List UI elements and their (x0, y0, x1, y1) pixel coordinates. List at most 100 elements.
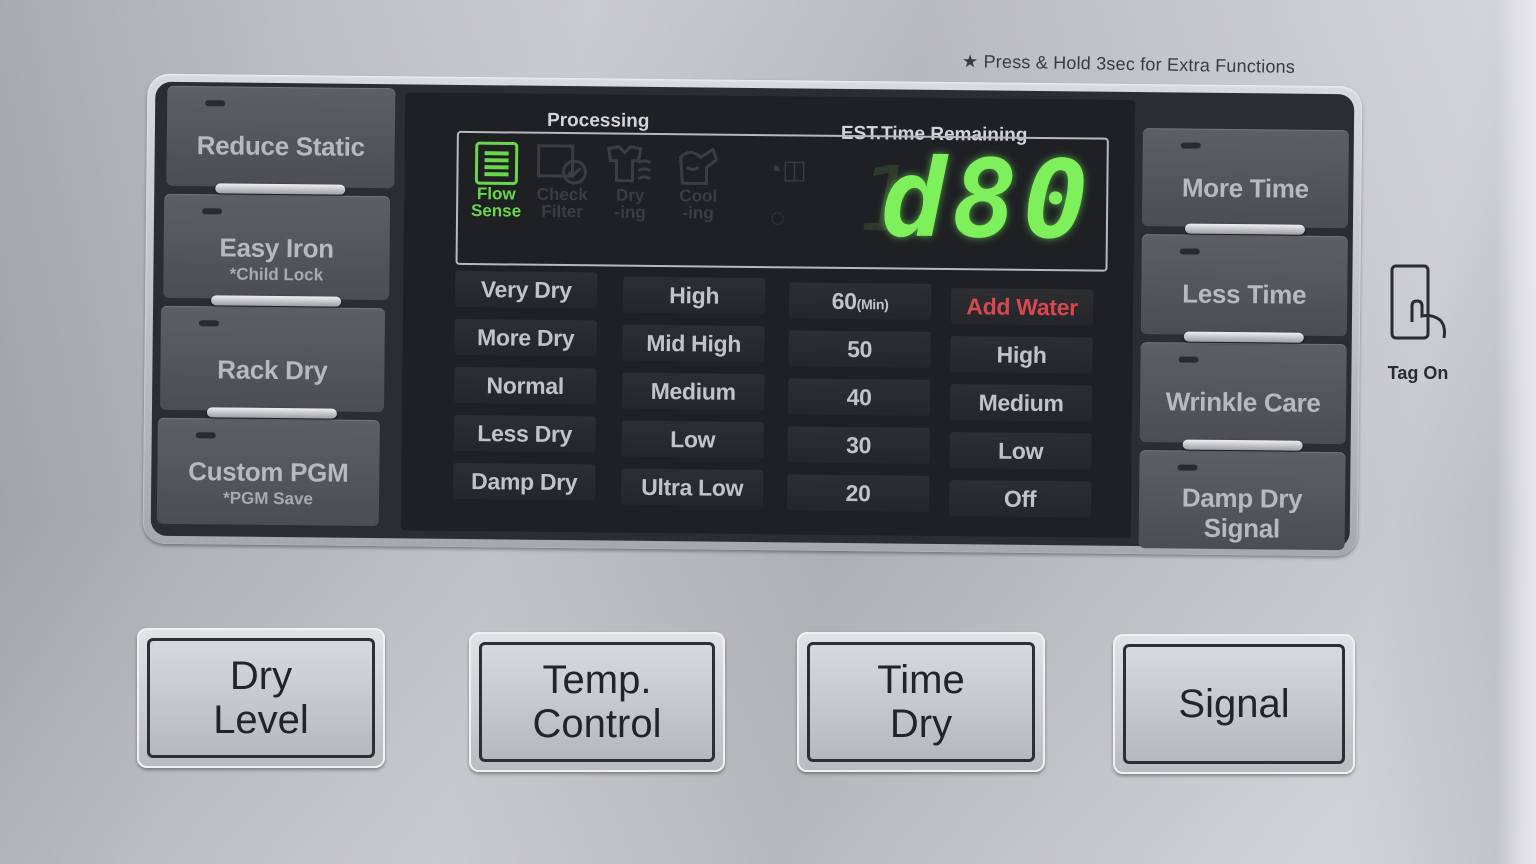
time-dry-button[interactable]: Time Dry (797, 632, 1045, 772)
led-indicator (195, 432, 216, 439)
stage-label: Flow (476, 184, 516, 204)
less-time-button[interactable]: Less Time (1140, 234, 1348, 343)
stage-label: Sense (470, 201, 522, 221)
more-time-button[interactable]: More Time (1141, 128, 1349, 235)
rack-dry-button[interactable]: Rack Dry (159, 305, 386, 419)
water-option: Low (949, 432, 1092, 470)
lcd-display: Processing EST.Time Remaining Flow Sense (400, 92, 1136, 538)
wrinkle-care-label: Wrinkle Care (1165, 386, 1321, 418)
panel-edge (1496, 0, 1536, 864)
custom-pgm-button[interactable]: Custom PGM *PGM Save (156, 417, 380, 527)
led-indicator (205, 100, 226, 107)
button-divider (1183, 331, 1304, 343)
dry-level-option: Normal (454, 366, 597, 405)
temp-option: Low (621, 420, 764, 459)
extra-functions-note: ★ Press & Hold 3sec for Extra Functions (961, 51, 1296, 77)
led-indicator (202, 208, 223, 215)
temp-option: Medium (622, 372, 765, 411)
reduce-static-button[interactable]: Reduce Static (166, 85, 396, 195)
stage-label: Check (536, 184, 588, 205)
child-lock-label: *Child Lock (229, 264, 324, 285)
button-divider (1184, 223, 1305, 235)
temp-option: Mid High (622, 324, 765, 363)
control-panel: Reduce Static Easy Iron *Child Lock Rack… (142, 73, 1363, 557)
temp-option: High (623, 276, 766, 315)
button-divider (1182, 439, 1303, 451)
wifi-status-icon: ◌ (769, 202, 786, 233)
led-indicator (1177, 464, 1198, 471)
drying-icon (607, 144, 652, 183)
stage-drying: Dry -ing (598, 142, 663, 243)
tag-on-label: Tag On (1387, 363, 1449, 383)
cooling-icon (679, 147, 719, 186)
signal-face: Signal (1123, 644, 1345, 764)
time-unit: (Min) (856, 296, 889, 313)
water-option: Medium (949, 384, 1093, 422)
dry-level-line1: Dry (229, 654, 293, 698)
remote-status-icon: ◔◫ (766, 154, 807, 185)
stage-flow-sense: Flow Sense (464, 141, 529, 242)
option-grid: Very Dry More Dry Normal Less Dry Damp D… (453, 270, 1104, 528)
water-option: High (950, 336, 1093, 374)
signal-label: Signal (1203, 512, 1281, 544)
temp-control-line1: Temp. (542, 658, 652, 702)
easy-iron-button[interactable]: Easy Iron *Child Lock (163, 193, 391, 307)
add-water-indicator: Add Water (950, 288, 1094, 326)
led-indicator (1179, 248, 1200, 255)
temp-control-button[interactable]: Temp. Control (469, 632, 725, 772)
temp-control-face: Temp. Control (479, 642, 715, 762)
temp-option: Ultra Low (621, 468, 764, 507)
damp-dry-signal-button[interactable]: Damp Dry Signal (1138, 450, 1346, 551)
wrinkle-care-button[interactable]: Wrinkle Care (1139, 342, 1347, 451)
dry-level-option: Very Dry (455, 270, 598, 309)
temp-control-line2: Control (532, 702, 662, 746)
stage-label: Dry (615, 185, 645, 205)
stage-label: -ing (682, 203, 714, 223)
signal-button[interactable]: Signal (1113, 634, 1355, 774)
water-option: Off (948, 480, 1092, 518)
panel-inner: Reduce Static Easy Iron *Child Lock Rack… (150, 81, 1355, 551)
dry-level-face: Dry Level (147, 638, 375, 758)
tag-on-phone-icon (1390, 264, 1446, 340)
damp-dry-label: Damp Dry (1181, 482, 1303, 514)
stage-label: Cool (679, 186, 718, 206)
processing-label: Processing (546, 109, 650, 132)
time-option: 30 (787, 426, 930, 464)
stage-label: Filter (541, 201, 583, 222)
reduce-static-label: Reduce Static (196, 130, 365, 162)
time-option: 20 (786, 474, 930, 512)
easy-iron-label: Easy Iron (219, 232, 335, 264)
time-option: 50 (788, 330, 931, 368)
led-indicator (198, 320, 219, 327)
time-value: 60 (831, 287, 857, 315)
stage-cooling: Cool -ing (666, 143, 731, 244)
status-box: Flow Sense Check Filter Dry -ing Cool -i… (455, 130, 1109, 272)
tag-on-area[interactable]: Tag On (1378, 262, 1458, 384)
button-divider (206, 407, 337, 419)
dry-level-option: More Dry (454, 318, 597, 357)
more-time-label: More Time (1181, 172, 1309, 204)
button-divider (215, 183, 346, 195)
time-dry-face: Time Dry (807, 642, 1035, 762)
dry-level-option: Less Dry (453, 414, 596, 453)
time-remaining-readout: d80 (880, 136, 1095, 264)
time-dry-line1: Time (877, 658, 965, 702)
less-time-label: Less Time (1182, 278, 1307, 310)
button-divider (211, 295, 342, 307)
led-indicator (1180, 142, 1201, 149)
stage-label: -ing (614, 202, 646, 222)
dry-level-line2: Level (213, 698, 309, 742)
custom-pgm-label: Custom PGM (188, 456, 349, 488)
stage-check-filter: Check Filter (530, 142, 595, 243)
led-indicator (1178, 356, 1199, 363)
time-option: 40 (787, 378, 931, 416)
dry-level-option: Damp Dry (453, 462, 596, 501)
check-filter-icon (536, 144, 587, 185)
dry-level-button[interactable]: Dry Level (137, 628, 385, 768)
rack-dry-label: Rack Dry (217, 354, 328, 386)
signal-label: Signal (1178, 682, 1290, 726)
pgm-save-label: *PGM Save (223, 488, 314, 509)
time-dry-line2: Dry (889, 702, 953, 746)
flow-sense-icon (474, 141, 519, 185)
time-option: 60(Min) (788, 282, 932, 320)
